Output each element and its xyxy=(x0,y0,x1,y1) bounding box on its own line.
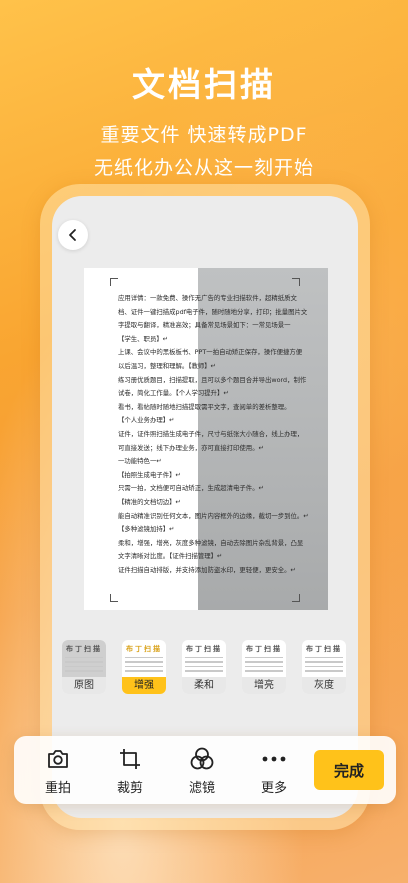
crop-corner-top-left[interactable] xyxy=(110,278,118,286)
filter-label: 增强 xyxy=(122,677,166,694)
back-button[interactable] xyxy=(58,220,88,250)
thumbnail-title: 布丁扫描 xyxy=(246,645,282,653)
thumbnail-title: 布丁扫描 xyxy=(126,645,162,653)
document-line: 能自动精准识别任何文本，图片内容框外的边缘，截切一步到位。↵ xyxy=(118,511,309,520)
hero-title: 文档扫描 xyxy=(132,65,276,104)
document-line: 【学生、职员】↵ xyxy=(118,334,169,343)
document-text: 应用详情：一款免费、操作无广告的专业扫描软件，超精纸质文 档、证件一键扫描成pd… xyxy=(118,292,309,577)
document-line: 证件扫描自动排版，并支持添加防盗水印，更轻便，更安全。↵ xyxy=(118,565,296,574)
hero-subtitle: 重要文件 快速转成PDF xyxy=(100,124,308,146)
crop-icon xyxy=(120,749,140,769)
thumbnail-title: 布丁扫描 xyxy=(66,645,102,653)
document-line: 可直接发送；线下办理业务，亦可直接打印使用。↵ xyxy=(118,443,264,452)
chevron-left-icon xyxy=(69,229,76,241)
filter-icon xyxy=(190,747,214,770)
filter-strip: 布丁扫描 原图 布丁扫描 增强 布丁扫描 柔和 布丁扫描 增亮 布丁扫描 灰度 xyxy=(60,640,350,694)
more-label: 更多 xyxy=(260,781,287,796)
hero-subtitle-secondary: 无纸化办公从这一刻开始 xyxy=(93,157,314,179)
document-line: 上课、会议中的黑板板书、PPT一拍自动矫正保存，操作便捷方便 xyxy=(118,348,303,357)
crop-corner-bottom-left[interactable] xyxy=(110,594,118,602)
done-button[interactable]: 完成 xyxy=(314,750,384,790)
filter-label: 柔和 xyxy=(182,677,226,694)
phone-screen: 应用详情：一款免费、操作无广告的专业扫描软件，超精纸质文 档、证件一键扫描成pd… xyxy=(52,196,358,818)
retake-button[interactable]: 重拍 xyxy=(30,746,86,796)
crop-label: 裁剪 xyxy=(116,781,143,796)
filter-thumbnail: 布丁扫描 xyxy=(302,640,346,678)
filter-grayscale[interactable]: 布丁扫描 灰度 xyxy=(302,640,346,694)
document-line: 柔和，增强，增亮，灰度多种滤镜，自动去除图片杂乱背景，凸显 xyxy=(118,538,304,547)
bottom-toolbar: 重拍 裁剪 滤镜 更多 完成 xyxy=(14,736,396,804)
document-line: 【个人业务办理】↵ xyxy=(118,416,175,425)
filter-brighten[interactable]: 布丁扫描 增亮 xyxy=(242,640,286,694)
filter-label: 灰度 xyxy=(302,677,346,694)
document-line: 证件，证件照扫描生成电子件，尺寸与纸张大小随合，线上办理， xyxy=(118,429,304,438)
document-line: 看书，看帖随时随地扫描提取需平文字，查阅单的差析整理。 xyxy=(118,402,291,411)
crop-corner-bottom-right[interactable] xyxy=(292,594,300,602)
crop-button[interactable]: 裁剪 xyxy=(102,746,158,796)
filter-enhance[interactable]: 布丁扫描 增强 xyxy=(122,640,166,694)
camera-icon xyxy=(48,750,68,768)
filter-original[interactable]: 布丁扫描 原图 xyxy=(62,640,106,694)
filter-thumbnail: 布丁扫描 xyxy=(242,640,286,678)
document-line: 【精准的文档切边】↵ xyxy=(118,497,181,506)
document-line: 【拍照生成电子件】↵ xyxy=(118,470,181,479)
retake-label: 重拍 xyxy=(44,781,71,796)
document-line: 档、证件一键扫描成pdf电子件，随时随地分享，打印；批量图片文 xyxy=(118,307,308,316)
filter-thumbnail: 布丁扫描 xyxy=(122,640,166,678)
more-dots-icon xyxy=(262,756,286,762)
document-line: 试卷，简化工作量。【个人学习提升】↵ xyxy=(118,389,229,398)
filter-soft[interactable]: 布丁扫描 柔和 xyxy=(182,640,226,694)
document-line: 字提取与翻译，精准高效；具备常见场景如下：一常见场景一 xyxy=(118,321,291,330)
filter-label: 滤镜 xyxy=(188,781,215,796)
more-button[interactable]: 更多 xyxy=(246,746,302,796)
scanned-document: 应用详情：一款免费、操作无广告的专业扫描软件，超精纸质文 档、证件一键扫描成pd… xyxy=(84,268,328,610)
document-line: 只需一拍，文档便可自动矫正，生成超清电子件。↵ xyxy=(118,484,264,493)
filter-label: 增亮 xyxy=(242,677,286,694)
document-line: 应用详情：一款免费、操作无广告的专业扫描软件，超精纸质文 xyxy=(118,294,297,302)
filter-button[interactable]: 滤镜 xyxy=(174,746,230,796)
filter-thumbnail: 布丁扫描 xyxy=(182,640,226,678)
filter-label: 原图 xyxy=(62,677,106,694)
crop-corner-top-right[interactable] xyxy=(292,278,300,286)
hero-section: 文档扫描 重要文件 快速转成PDF 无纸化办公从这一刻开始 xyxy=(0,58,408,180)
thumbnail-title: 布丁扫描 xyxy=(306,645,342,653)
document-line: 以后温习，整理和理解。【教师】↵ xyxy=(118,361,217,370)
document-line: 文字清晰对比度。【证件扫描管理】↵ xyxy=(118,552,223,561)
document-line: 练习册优质题目，扫描提取，且可以多个题目合并导出word，制作 xyxy=(118,375,307,384)
document-line: 【多种滤镜加持】↵ xyxy=(118,525,175,534)
filter-thumbnail: 布丁扫描 xyxy=(62,640,106,678)
document-line: 一功能特色一↵ xyxy=(118,457,162,466)
thumbnail-title: 布丁扫描 xyxy=(186,645,222,653)
